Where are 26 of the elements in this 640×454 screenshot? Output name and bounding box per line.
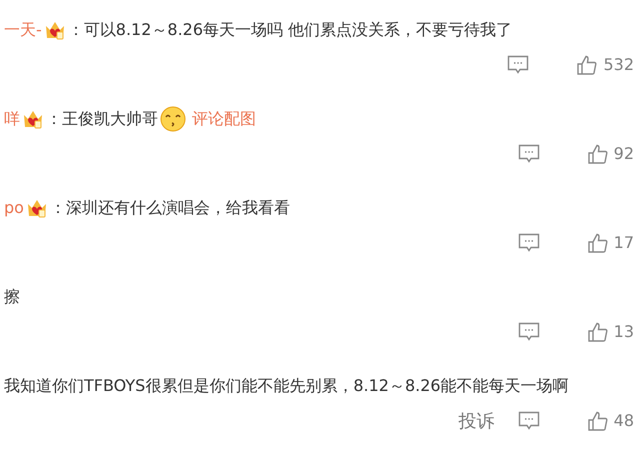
thumbs-up-icon[interactable] <box>588 322 608 342</box>
username-link[interactable]: po <box>4 196 24 220</box>
report-link[interactable]: 投诉 <box>458 408 495 434</box>
comment-text: 我知道你们TFBOYS很累但是你们能不能先别累，8.12～8.26能不能每天一场啊 <box>4 375 569 397</box>
like-count: 48 <box>614 410 634 432</box>
comment-icon[interactable] <box>518 144 540 164</box>
username-link[interactable]: 一天- <box>4 18 42 42</box>
comment-icon[interactable] <box>507 55 530 75</box>
thumbs-up-icon[interactable] <box>588 144 608 164</box>
thumbs-up-icon[interactable] <box>577 55 598 75</box>
thumbs-up-icon[interactable] <box>588 411 608 431</box>
image-link[interactable]: 评论配图 <box>192 107 256 131</box>
comment-text: ：深圳还有什么演唱会，给我看看 <box>50 197 290 219</box>
like-count: 13 <box>614 321 634 343</box>
comment-text: ：可以8.12～8.26每天一场吗 他们累点没关系，不要亏待我了 <box>68 19 512 41</box>
like-count: 532 <box>603 54 634 76</box>
comment-text: ：王俊凯大帅哥 <box>46 108 158 130</box>
comment-icon[interactable] <box>518 411 540 431</box>
comment-icon[interactable] <box>518 233 540 253</box>
like-count: 92 <box>614 143 634 165</box>
username-link[interactable]: 咩 <box>4 107 20 131</box>
thumbs-up-icon[interactable] <box>588 233 608 253</box>
like-count: 17 <box>614 232 634 254</box>
emoji-icon <box>160 106 186 132</box>
comment-text: 擦 <box>4 286 20 308</box>
comment-icon[interactable] <box>518 322 540 342</box>
